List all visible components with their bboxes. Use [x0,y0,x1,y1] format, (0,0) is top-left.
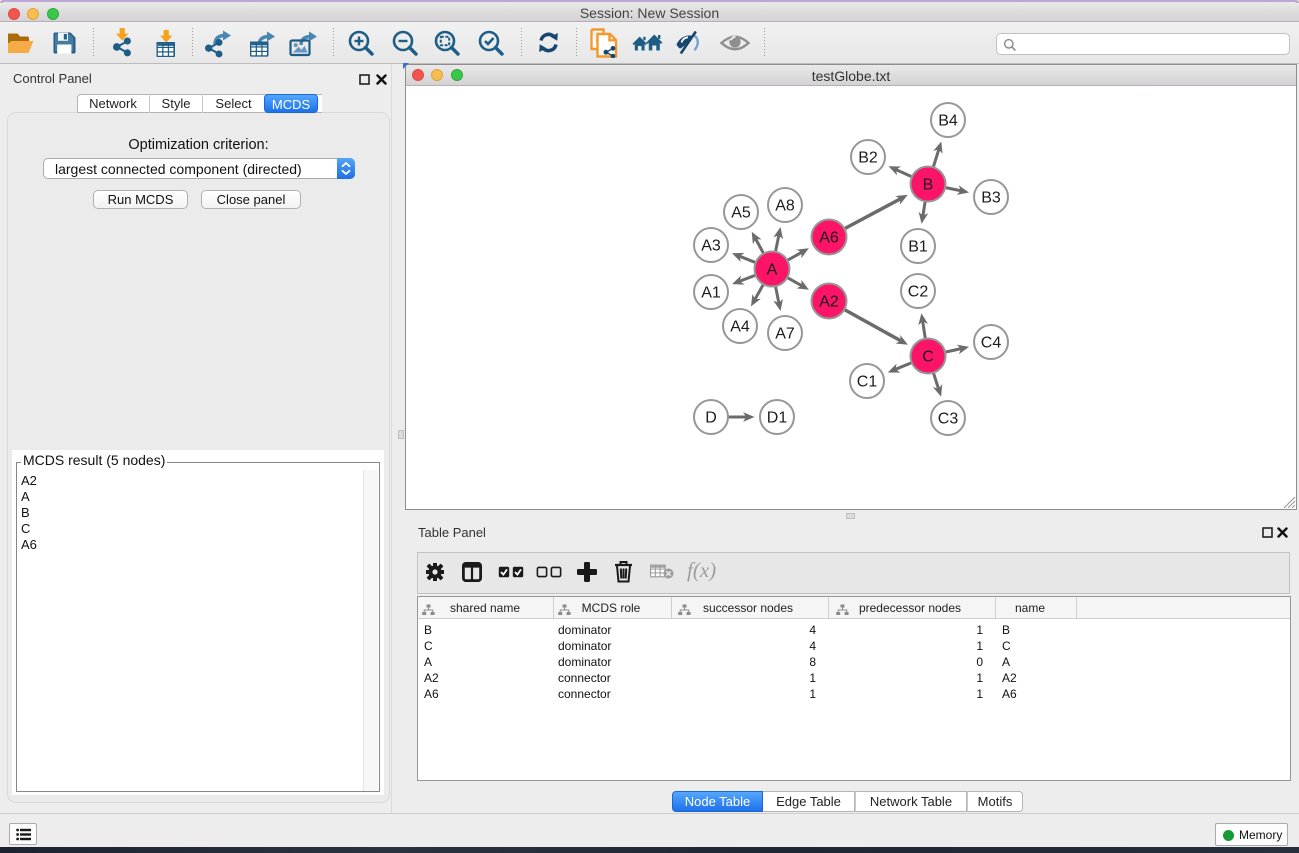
svg-text:A3: A3 [701,238,721,255]
svg-text:B1: B1 [908,239,928,256]
svg-text:A: A [767,262,778,279]
svg-text:A7: A7 [775,326,795,343]
svg-text:A8: A8 [775,198,795,215]
svg-text:A4: A4 [730,319,750,336]
svg-text:B2: B2 [858,150,878,167]
svg-text:B3: B3 [981,190,1001,207]
svg-text:C4: C4 [981,335,1002,352]
svg-text:A2: A2 [819,294,839,311]
svg-text:A5: A5 [731,205,751,222]
svg-text:B: B [923,177,934,194]
svg-text:A1: A1 [701,285,721,302]
svg-text:C3: C3 [938,411,959,428]
svg-text:D: D [705,410,717,427]
svg-text:B4: B4 [938,113,958,130]
svg-text:C: C [922,349,934,366]
svg-text:A6: A6 [819,230,839,247]
svg-text:C1: C1 [857,374,878,391]
svg-text:D1: D1 [767,410,788,427]
svg-text:C2: C2 [908,284,929,301]
